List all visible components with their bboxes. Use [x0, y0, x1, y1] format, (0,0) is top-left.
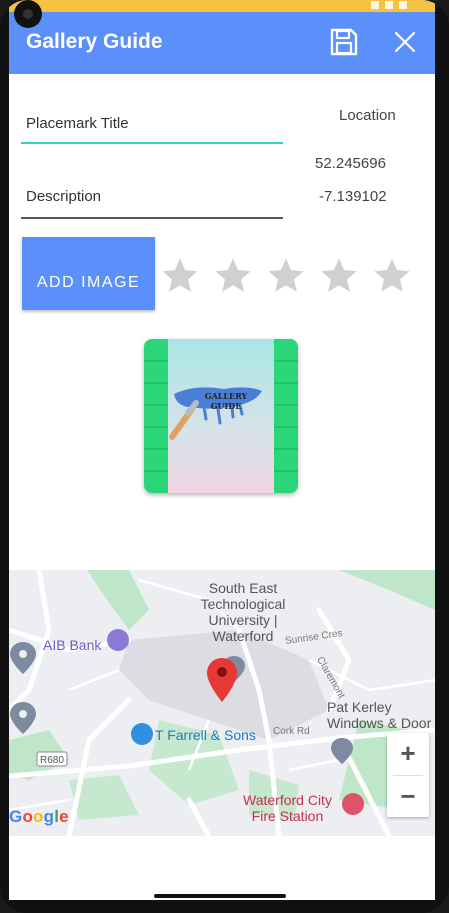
road-label-cork: Cork Rd: [273, 726, 310, 737]
gallery-guide-logo: GALLERY GUIDE: [144, 339, 298, 493]
map-label-fire-station[interactable]: Waterford City Fire Station: [243, 792, 332, 824]
title-underline: [21, 142, 283, 144]
zoom-out-button[interactable]: −: [387, 776, 429, 818]
app-bar: Gallery Guide: [9, 12, 435, 74]
map-view[interactable]: South East Technological University | Wa…: [9, 570, 435, 836]
status-bar: [9, 0, 435, 12]
add-image-button[interactable]: ADD IMAGE: [22, 237, 155, 310]
phone-frame: Gallery Guide Placemark Title Descriptio…: [0, 0, 449, 913]
placemark-title-field[interactable]: Placemark Title: [21, 105, 283, 147]
battery-icon: [399, 1, 407, 9]
map-label-setu[interactable]: South East Technological University | Wa…: [195, 580, 291, 644]
longitude-value: -7.139102: [319, 188, 387, 205]
save-icon: [330, 28, 358, 56]
save-button[interactable]: [328, 26, 360, 58]
navigation-bar: [9, 836, 435, 900]
logo-text-gallery: GALLERY: [205, 391, 248, 401]
close-button[interactable]: [389, 26, 421, 58]
star-icon[interactable]: [318, 255, 360, 297]
camera-cutout: [14, 0, 42, 28]
star-icon[interactable]: [371, 255, 413, 297]
map-label-pat-kerley[interactable]: Pat Kerley Windows & Door: [327, 699, 431, 731]
signal-icon: [385, 1, 393, 9]
description-underline: [21, 217, 283, 219]
star-icon[interactable]: [265, 255, 307, 297]
zoom-in-button[interactable]: +: [387, 733, 429, 775]
logo-text-guide: GUIDE: [211, 401, 242, 411]
page-title: Gallery Guide: [26, 30, 163, 53]
location-label: Location: [339, 107, 396, 124]
map-label-t-farrell[interactable]: T Farrell & Sons: [155, 727, 256, 743]
map-label-aib-bank[interactable]: AIB Bank: [43, 637, 101, 653]
home-gesture-bar[interactable]: [154, 894, 286, 898]
zoom-controls: + −: [387, 733, 429, 817]
close-icon: [394, 31, 416, 53]
placemark-image: GALLERY GUIDE: [144, 339, 298, 493]
latitude-value: 52.245696: [315, 155, 386, 172]
screen: Gallery Guide Placemark Title Descriptio…: [9, 0, 435, 900]
description-placeholder: Description: [26, 188, 102, 205]
wifi-icon: [371, 1, 379, 9]
placemark-title-placeholder: Placemark Title: [26, 115, 129, 132]
status-icons: [371, 0, 407, 10]
google-logo: Google: [9, 807, 69, 826]
road-badge-r680: R680: [40, 755, 64, 766]
rating-bar[interactable]: [159, 255, 413, 297]
star-icon[interactable]: [159, 255, 201, 297]
description-field[interactable]: Description: [21, 180, 283, 222]
star-icon[interactable]: [212, 255, 254, 297]
